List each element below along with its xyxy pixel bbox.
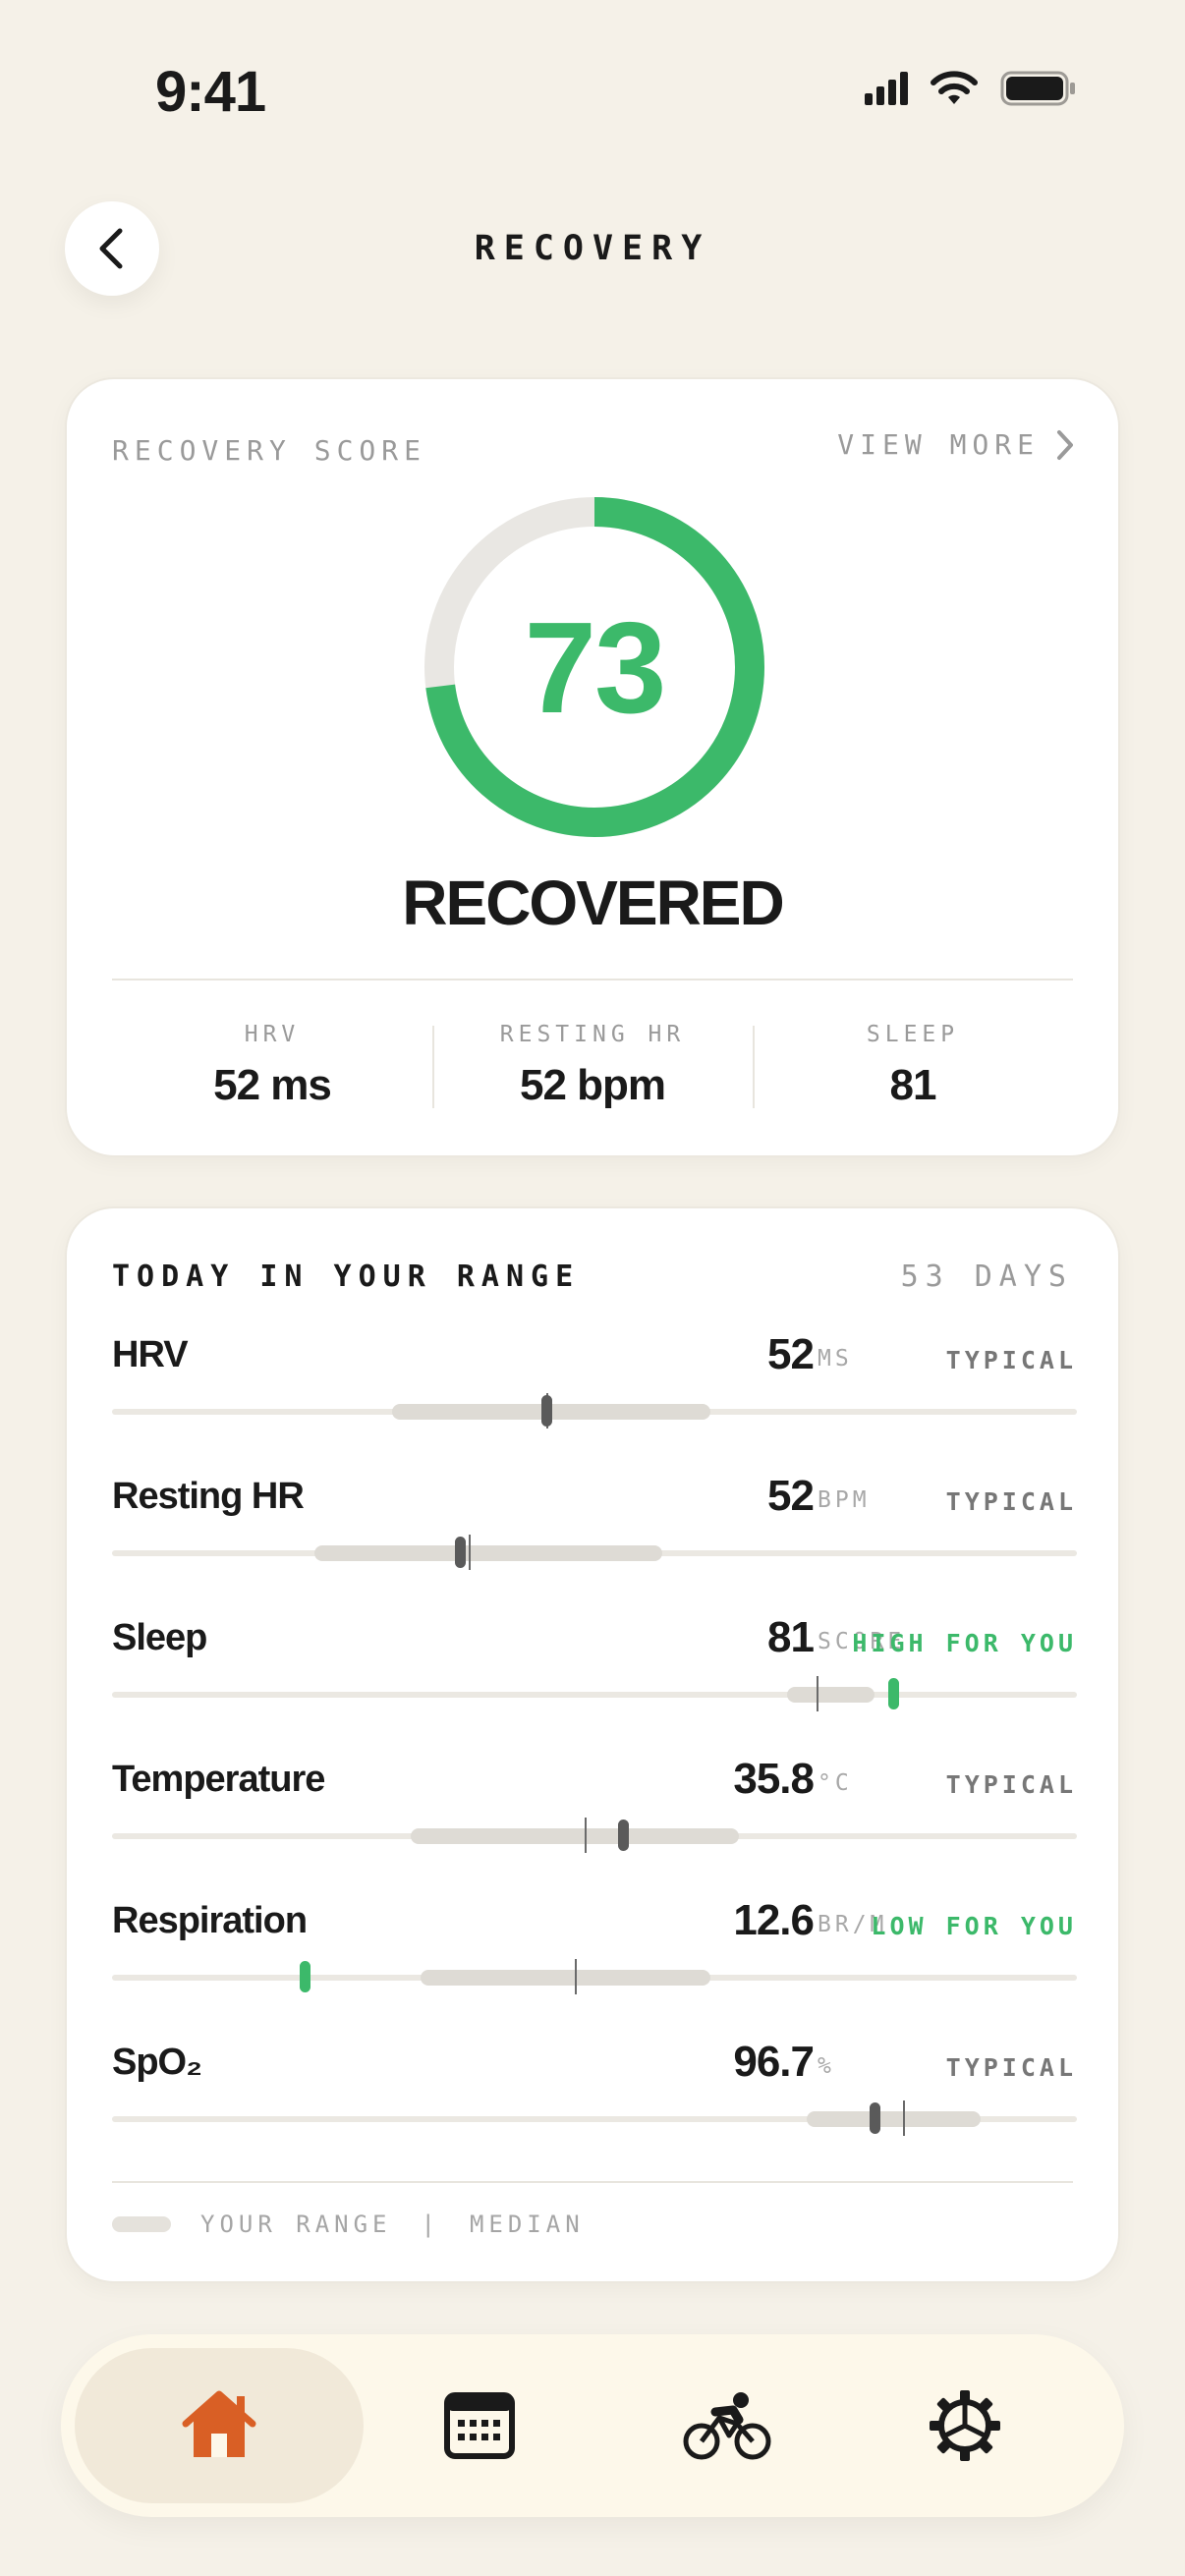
- recovery-score-label: RECOVERY SCORE: [112, 434, 427, 467]
- chevron-right-icon: [1057, 429, 1073, 460]
- battery-icon: [1000, 71, 1075, 106]
- metric-name: Sleep: [112, 1617, 207, 1658]
- nav-settings[interactable]: [837, 2348, 1093, 2503]
- metric-unit: MS: [818, 1346, 853, 1372]
- recovery-status: RECOVERED: [402, 868, 784, 938]
- stat-value: 52 ms: [213, 1061, 332, 1109]
- nav-calendar[interactable]: [352, 2348, 607, 2503]
- metric-value: 35.8: [733, 1755, 815, 1803]
- legend-separator: |: [421, 2211, 440, 2238]
- status-bar: 9:41: [0, 59, 1185, 134]
- metric-value: 52: [767, 1472, 815, 1520]
- stat-label: HRV: [244, 1022, 301, 1047]
- metric-name: HRV: [112, 1334, 189, 1375]
- range-days: 53 DAYS: [900, 1260, 1073, 1294]
- stat-value: 52 bpm: [519, 1061, 666, 1109]
- metric-flag: HIGH FOR YOU: [852, 1629, 1077, 1657]
- metric-row-temperature[interactable]: Temperature 35.8 °C TYPICAL: [112, 1755, 1077, 1867]
- legend-range-swatch: [112, 2216, 171, 2232]
- range-track: [112, 2100, 1077, 2136]
- status-time: 9:41: [155, 60, 266, 124]
- range-track: [112, 1393, 1077, 1428]
- metric-name: Resting HR: [112, 1476, 305, 1517]
- stat-value: 81: [889, 1061, 937, 1109]
- metric-flag: TYPICAL: [945, 1487, 1077, 1516]
- range-legend: YOUR RANGE | MEDIAN: [112, 2211, 585, 2238]
- header: RECOVERY: [0, 201, 1185, 296]
- metric-flag: TYPICAL: [945, 2053, 1077, 2082]
- range-band: [787, 1687, 875, 1703]
- recovery-stats: HRV 52 ms RESTING HR 52 bpm SLEEP 81: [112, 1018, 1073, 1116]
- metric-row-hrv[interactable]: HRV 52 MS TYPICAL: [112, 1330, 1077, 1442]
- metric-unit: BPM: [818, 1487, 871, 1513]
- view-more-label: VIEW MORE: [837, 428, 1040, 461]
- stat-label: RESTING HR: [499, 1022, 686, 1047]
- median-tick: [903, 2100, 906, 2136]
- today-marker: [888, 1678, 900, 1709]
- today-marker: [618, 1820, 630, 1851]
- nav-home[interactable]: [75, 2348, 364, 2503]
- metric-row-respiration[interactable]: Respiration 12.6 BR/M LOW FOR YOU: [112, 1896, 1077, 2008]
- metric-unit: °C: [818, 1770, 853, 1796]
- stat-resting-hr: RESTING HR 52 bpm: [432, 1018, 753, 1116]
- metric-flag: TYPICAL: [945, 1770, 1077, 1799]
- metric-row-spo2[interactable]: SpO₂ 96.7 % TYPICAL: [112, 2038, 1077, 2150]
- range-band: [411, 1828, 740, 1844]
- range-track: [112, 1959, 1077, 1994]
- median-tick: [585, 1818, 588, 1853]
- metric-row-sleep[interactable]: Sleep 81 SCORE HIGH FOR YOU: [112, 1613, 1077, 1725]
- wifi-icon: [931, 71, 978, 104]
- legend-median-label: MEDIAN: [469, 2211, 585, 2238]
- metric-row-resting-hr[interactable]: Resting HR 52 BPM TYPICAL: [112, 1472, 1077, 1584]
- calendar-icon: [444, 2392, 515, 2459]
- median-tick: [575, 1959, 578, 1994]
- metric-unit: %: [818, 2053, 835, 2079]
- metric-value: 52: [767, 1330, 815, 1378]
- page-title: RECOVERY: [474, 229, 711, 268]
- range-title: TODAY IN YOUR RANGE: [112, 1260, 581, 1294]
- status-icons: [865, 71, 1077, 106]
- range-track: [112, 1676, 1077, 1711]
- metric-name: Temperature: [112, 1759, 325, 1800]
- cellular-signal-icon: [865, 72, 908, 105]
- metric-value: 81: [767, 1613, 815, 1661]
- metric-name: SpO₂: [112, 2042, 202, 2083]
- today-range-card: TODAY IN YOUR RANGE 53 DAYS HRV 52 MS TY…: [65, 1206, 1120, 2283]
- home-icon: [182, 2390, 256, 2457]
- bottom-nav: [61, 2334, 1124, 2517]
- stat-label: SLEEP: [866, 1022, 960, 1047]
- legend-range-label: YOUR RANGE: [200, 2211, 392, 2238]
- stat-sleep: SLEEP 81: [753, 1018, 1073, 1116]
- range-track: [112, 1535, 1077, 1570]
- metric-flag: TYPICAL: [945, 1346, 1077, 1374]
- range-band: [314, 1545, 662, 1561]
- range-band: [807, 2111, 981, 2127]
- range-track: [112, 1818, 1077, 1853]
- metric-name: Respiration: [112, 1900, 308, 1941]
- view-more-link[interactable]: VIEW MORE: [837, 428, 1075, 461]
- metric-value: 96.7: [733, 2038, 815, 2086]
- median-tick: [816, 1676, 818, 1711]
- today-marker: [540, 1395, 552, 1427]
- range-band: [421, 1970, 710, 1986]
- recovery-score-card: RECOVERY SCORE VIEW MORE 73 RECOVERED HR…: [65, 377, 1120, 1157]
- settings-icon: [930, 2390, 1000, 2461]
- card-divider: [112, 979, 1073, 980]
- metric-flag: LOW FOR YOU: [871, 1912, 1077, 1940]
- today-marker: [454, 1537, 466, 1568]
- recovery-score-value: 73: [524, 594, 667, 740]
- stat-hrv: HRV 52 ms: [112, 1018, 432, 1116]
- median-tick: [469, 1535, 472, 1570]
- cycling-icon: [683, 2392, 771, 2460]
- nav-activity[interactable]: [599, 2348, 855, 2503]
- today-marker: [869, 2102, 880, 2134]
- today-marker: [300, 1961, 311, 1992]
- legend-divider: [112, 2181, 1073, 2183]
- metric-value: 12.6: [733, 1896, 815, 1944]
